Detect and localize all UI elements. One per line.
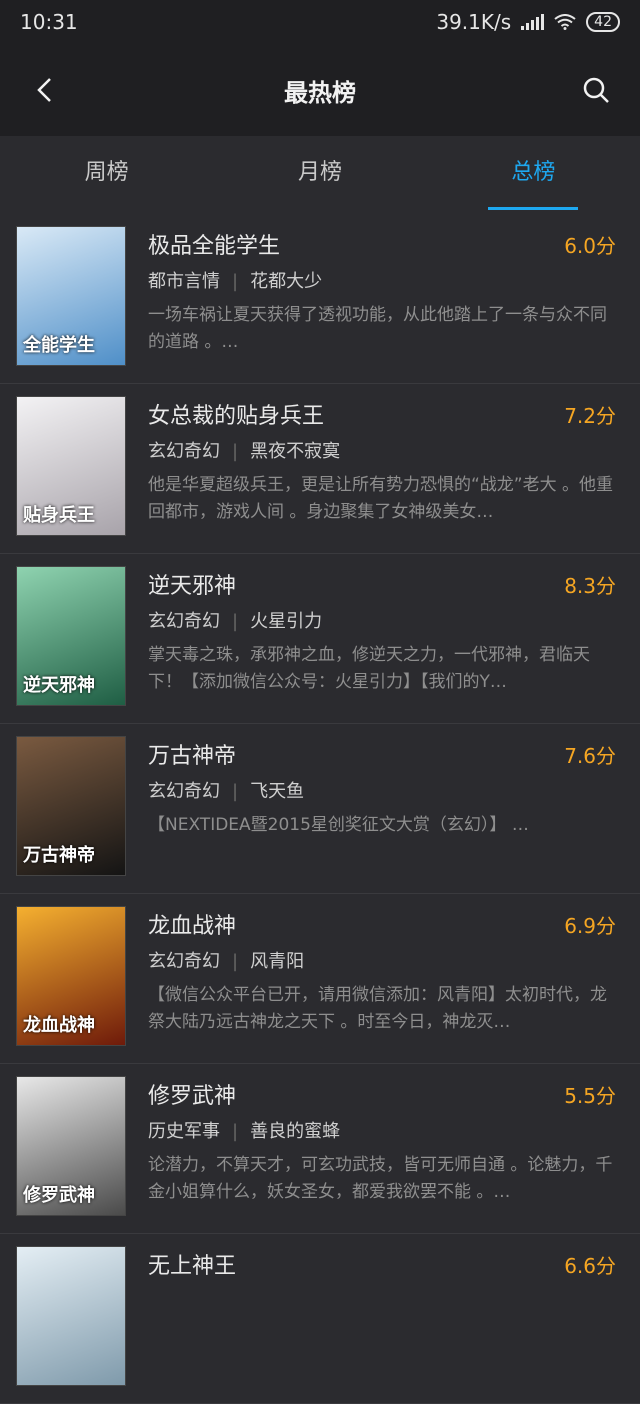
back-arrow-icon bbox=[37, 78, 51, 102]
book-title: 极品全能学生 bbox=[148, 234, 281, 259]
cover-text: 龙血战神 bbox=[23, 1015, 95, 1036]
book-list-item[interactable]: 无上神王 6.6分 bbox=[0, 1234, 640, 1404]
book-list-item[interactable]: 全能学生 极品全能学生 6.0分 都市言情 | 花都大少 一场车祸让夏天获得了透视功能… bbox=[0, 214, 640, 384]
book-category: 玄幻奇幻 bbox=[148, 951, 220, 972]
cover-text: 万古神帝 bbox=[23, 845, 95, 866]
signal-icon bbox=[521, 14, 545, 30]
book-list: 全能学生 极品全能学生 6.0分 都市言情 | 花都大少 一场车祸让夏天获得了透视功能… bbox=[0, 214, 640, 1404]
book-author: 花都大少 bbox=[250, 271, 323, 292]
cover-text: 全能学生 bbox=[23, 335, 95, 356]
page-title: 最热榜 bbox=[284, 78, 356, 107]
book-info: 女总裁的贴身兵王 7.2分 玄幻奇幻 | 黑夜不寂寞 他是华夏超级兵王，更是让所有势力… bbox=[148, 396, 624, 553]
book-author: 火星引力 bbox=[250, 611, 323, 632]
meta-separator: | bbox=[232, 951, 239, 972]
meta-separator: | bbox=[232, 1121, 239, 1142]
book-info: 逆天邪神 8.3分 玄幻奇幻 | 火星引力 掌天毒之珠，承邪神之血，修逆天之力，一代邪… bbox=[148, 566, 624, 723]
book-list-item[interactable]: 万古神帝 万古神帝 7.6分 玄幻奇幻 | 飞天鱼 【NEXTIDEA暨2015星创奖… bbox=[0, 724, 640, 894]
book-title: 无上神王 bbox=[148, 1254, 237, 1279]
tab-overall[interactable]: 总榜 bbox=[427, 136, 640, 214]
tab-monthly[interactable]: 月榜 bbox=[213, 136, 426, 214]
book-author: 风青阳 bbox=[250, 951, 305, 972]
book-info: 极品全能学生 6.0分 都市言情 | 花都大少 一场车祸让夏天获得了透视功能，从此他踏… bbox=[148, 226, 624, 383]
meta-separator: | bbox=[232, 611, 239, 632]
book-score: 5.5分 bbox=[564, 1083, 616, 1108]
search-button[interactable] bbox=[574, 68, 618, 112]
status-time: 10:31 bbox=[20, 10, 78, 34]
book-title: 万古神帝 bbox=[148, 744, 237, 769]
status-bar: 10:31 39.1K/s 42 bbox=[0, 0, 640, 44]
book-cover: 逆天邪神 bbox=[16, 566, 126, 706]
cover-text: 逆天邪神 bbox=[23, 675, 95, 696]
book-title: 修罗武神 bbox=[148, 1084, 237, 1109]
meta-separator: | bbox=[232, 271, 239, 292]
book-info: 修罗武神 5.5分 历史军事 | 善良的蜜蜂 论潜力，不算天才，可玄功武技，皆可无师自… bbox=[148, 1076, 624, 1233]
book-title: 龙血战神 bbox=[148, 914, 237, 939]
book-author: 黑夜不寂寞 bbox=[250, 441, 341, 462]
app-bar: 最热榜 bbox=[0, 44, 640, 136]
book-description: 掌天毒之珠，承邪神之血，修逆天之力，一代邪神，君临天下！【添加微信公众号：火星引… bbox=[148, 645, 590, 692]
book-list-item[interactable]: 龙血战神 龙血战神 6.9分 玄幻奇幻 | 风青阳 【微信公众平台已开，请用微信添加：… bbox=[0, 894, 640, 1064]
book-cover: 全能学生 bbox=[16, 226, 126, 366]
cover-text: 修罗武神 bbox=[23, 1185, 95, 1206]
book-category: 玄幻奇幻 bbox=[148, 611, 220, 632]
book-info: 龙血战神 6.9分 玄幻奇幻 | 风青阳 【微信公众平台已开，请用微信添加：风青阳】太… bbox=[148, 906, 624, 1063]
book-category: 都市言情 bbox=[148, 271, 220, 292]
search-icon bbox=[583, 77, 609, 103]
book-title: 女总裁的贴身兵王 bbox=[148, 404, 325, 429]
back-button[interactable] bbox=[22, 68, 66, 112]
cover-text: 贴身兵王 bbox=[23, 505, 95, 526]
tab-weekly[interactable]: 周榜 bbox=[0, 136, 213, 214]
book-list-item[interactable]: 逆天邪神 逆天邪神 8.3分 玄幻奇幻 | 火星引力 掌天毒之珠，承邪神之血，修逆天之… bbox=[0, 554, 640, 724]
book-description: 【NEXTIDEA暨2015星创奖征文大赏（玄幻）】 … bbox=[148, 815, 529, 835]
book-cover bbox=[16, 1246, 126, 1386]
book-score: 7.6分 bbox=[564, 743, 616, 768]
book-description: 他是华夏超级兵王，更是让所有势力恐惧的“战龙”老大 。他重回都市，游戏人间 。身… bbox=[148, 475, 614, 522]
book-score: 6.6分 bbox=[564, 1253, 616, 1278]
book-score: 7.2分 bbox=[564, 403, 616, 428]
wifi-icon bbox=[554, 14, 576, 30]
book-author: 善良的蜜蜂 bbox=[250, 1121, 341, 1142]
book-category: 历史军事 bbox=[148, 1121, 220, 1142]
book-category: 玄幻奇幻 bbox=[148, 441, 220, 462]
meta-separator: | bbox=[232, 781, 239, 802]
book-description: 论潜力，不算天才，可玄功武技，皆可无师自通 。论魅力，千金小姐算什么，妖女圣女，… bbox=[148, 1155, 613, 1202]
book-description: 【微信公众平台已开，请用微信添加：风青阳】太初时代，龙祭大陆乃远古神龙之天下 。… bbox=[148, 985, 607, 1032]
book-list-item[interactable]: 修罗武神 修罗武神 5.5分 历史军事 | 善良的蜜蜂 论潜力，不算天才，可玄功武技，… bbox=[0, 1064, 640, 1234]
book-cover: 修罗武神 bbox=[16, 1076, 126, 1216]
book-info: 万古神帝 7.6分 玄幻奇幻 | 飞天鱼 【NEXTIDEA暨2015星创奖征文大赏（… bbox=[148, 736, 624, 893]
book-list-item[interactable]: 贴身兵王 女总裁的贴身兵王 7.2分 玄幻奇幻 | 黑夜不寂寞 他是华夏超级兵王，更是… bbox=[0, 384, 640, 554]
book-title: 逆天邪神 bbox=[148, 574, 237, 599]
book-author: 飞天鱼 bbox=[250, 781, 305, 802]
network-speed: 39.1K/s bbox=[436, 10, 512, 34]
book-score: 6.9分 bbox=[564, 913, 616, 938]
battery-indicator: 42 bbox=[586, 12, 620, 32]
book-cover: 龙血战神 bbox=[16, 906, 126, 1046]
book-description: 一场车祸让夏天获得了透视功能，从此他踏上了一条与众不同的道路 。… bbox=[148, 305, 607, 352]
book-info: 无上神王 6.6分 bbox=[148, 1246, 624, 1403]
meta-separator: | bbox=[232, 441, 239, 462]
book-category: 玄幻奇幻 bbox=[148, 781, 220, 802]
book-score: 6.0分 bbox=[564, 233, 616, 258]
book-cover: 贴身兵王 bbox=[16, 396, 126, 536]
book-score: 8.3分 bbox=[564, 573, 616, 598]
status-right: 39.1K/s 42 bbox=[436, 10, 620, 34]
ranking-tabs: 周榜 月榜 总榜 bbox=[0, 136, 640, 214]
book-cover: 万古神帝 bbox=[16, 736, 126, 876]
